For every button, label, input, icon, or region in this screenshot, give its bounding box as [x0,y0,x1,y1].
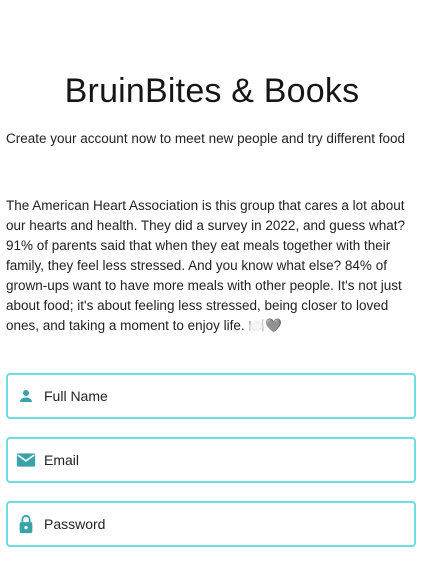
signup-page: BruinBites & Books Create your account n… [0,0,424,573]
page-title: BruinBites & Books [64,72,360,110]
mail-icon [16,450,36,470]
person-icon [16,386,36,406]
email-field[interactable] [6,437,416,483]
signup-subtitle: Create your account now to meet new peop… [6,131,405,146]
password-field[interactable] [6,501,416,547]
description-text: The American Heart Association is this g… [6,198,406,333]
email-input[interactable] [44,452,384,468]
full-name-field[interactable] [6,373,416,419]
full-name-input[interactable] [44,388,384,404]
lock-icon [16,514,36,534]
password-input[interactable] [44,516,384,532]
